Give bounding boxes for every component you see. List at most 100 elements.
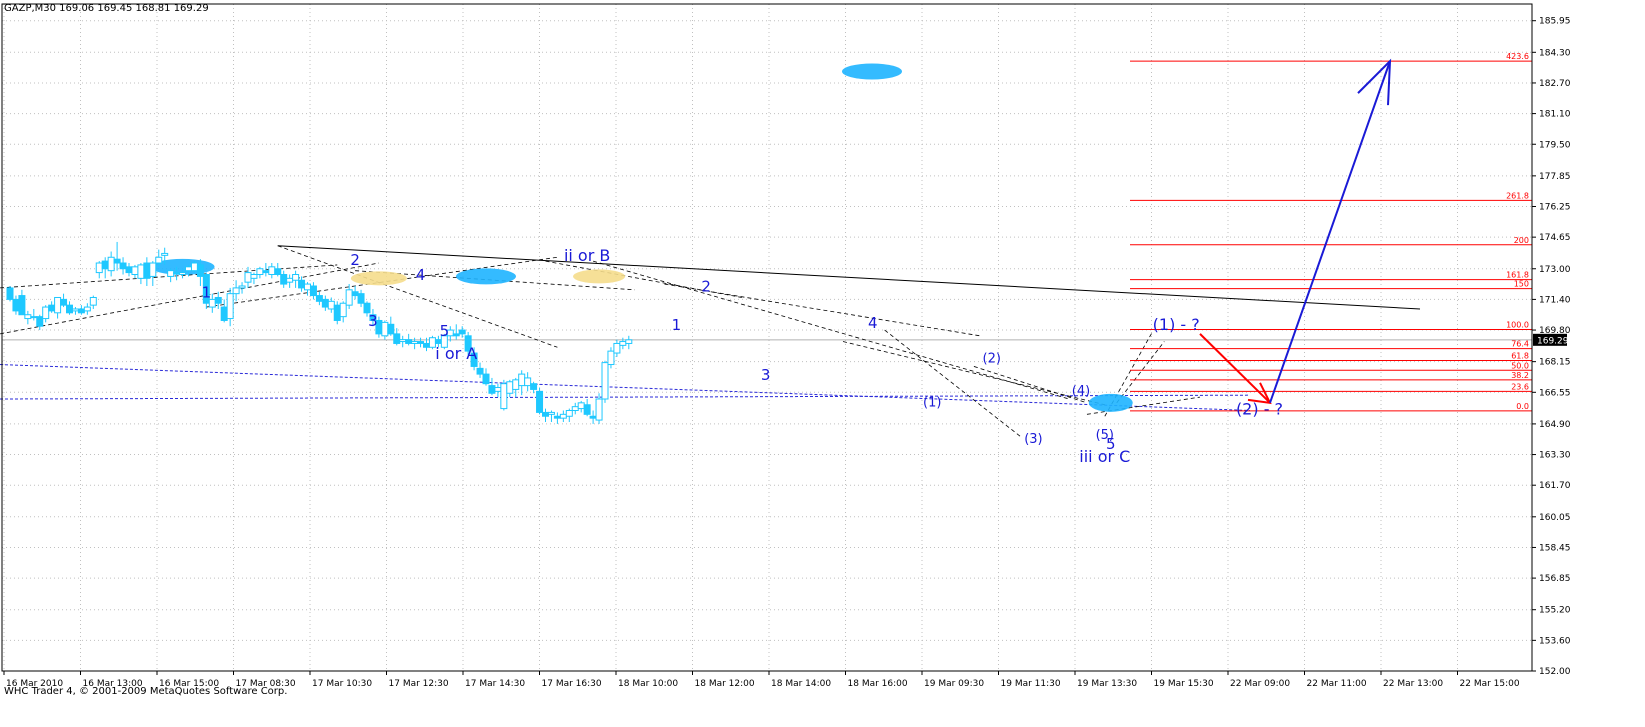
candle-body	[381, 321, 389, 337]
candle-body	[298, 279, 306, 289]
candle-body	[315, 295, 323, 302]
candle-body	[613, 342, 621, 354]
candle-body	[24, 314, 32, 320]
candle-body	[553, 415, 561, 419]
current-price-label: 169.29	[1537, 336, 1569, 346]
candle-body	[327, 300, 335, 310]
axis-layer: 185.95184.30182.70181.10179.50177.85176.…	[1, 3, 1571, 689]
candle-body	[512, 379, 520, 390]
candle-body	[530, 383, 538, 390]
wave-label: 2	[701, 278, 711, 296]
wave-label: iii or C	[1079, 447, 1130, 466]
copyright-footer: WHC Trader 4, © 2001-2009 MetaQuotes Sof…	[4, 686, 288, 697]
wave-label: 4	[868, 314, 878, 332]
candle-body	[542, 411, 549, 417]
candle-body	[250, 274, 258, 279]
candle-body	[131, 266, 139, 276]
candle-body	[268, 266, 276, 276]
fib-level-label: 423.6	[1506, 52, 1529, 61]
candle-body	[274, 268, 282, 276]
wave-label: 1	[672, 316, 682, 334]
x-tick-label: 19 Mar 11:30	[1001, 679, 1061, 689]
wave-label: 4	[416, 266, 426, 284]
candle-body	[339, 302, 347, 318]
y-tick-label: 160.05	[1539, 513, 1571, 523]
candle-body	[292, 274, 300, 281]
y-tick-label: 181.10	[1539, 110, 1571, 120]
candle-body	[214, 296, 222, 304]
x-tick-label: 19 Mar 15:30	[1154, 679, 1214, 689]
fib-level-label: 200	[1514, 236, 1529, 245]
highlight-marker	[456, 268, 516, 285]
fib-level-label: 161.8	[1506, 271, 1529, 280]
candle-body	[89, 296, 97, 306]
wave-guide-line	[884, 329, 1022, 438]
candle-body	[71, 308, 79, 312]
candle-body	[256, 268, 264, 276]
candle-body	[262, 270, 270, 274]
y-tick-label: 173.00	[1539, 265, 1571, 275]
candle-body	[30, 316, 38, 319]
y-tick-label: 155.20	[1539, 606, 1571, 616]
candle-body	[482, 373, 490, 385]
fib-level-label: 23.6	[1511, 382, 1529, 391]
candle-body	[321, 298, 329, 308]
candle-body	[589, 415, 597, 419]
candle-body	[173, 272, 181, 275]
candle-body	[411, 341, 419, 344]
candle-body	[107, 256, 115, 272]
y-tick-label: 174.65	[1539, 233, 1571, 243]
candle-body	[60, 298, 68, 306]
candle-body	[113, 258, 121, 264]
candle-body	[506, 381, 514, 394]
highlight-marker	[842, 63, 902, 80]
candle-body	[559, 413, 567, 419]
fib-level-label: 150	[1514, 280, 1529, 289]
x-tick-label: 19 Mar 09:30	[924, 679, 984, 689]
candle-body	[36, 316, 44, 327]
wave-label: (4)	[1072, 384, 1090, 399]
wave-label: (3)	[1024, 432, 1042, 447]
price-chart: 423.6261.8200161.8150100.076.461.850.038…	[0, 3, 1571, 689]
candle-body	[6, 287, 14, 300]
candle-body	[583, 404, 591, 415]
up-arrow-line	[1269, 60, 1391, 404]
x-tick-label: 17 Mar 16:30	[542, 679, 602, 689]
candle-body	[387, 323, 395, 335]
candle-body	[351, 291, 359, 297]
candle-body	[286, 277, 294, 283]
candle-body	[595, 398, 603, 421]
candle-body	[619, 341, 627, 346]
candle-body	[547, 411, 555, 415]
x-tick-label: 17 Mar 10:30	[312, 679, 372, 689]
candle-body	[48, 304, 56, 312]
candle-body	[220, 306, 228, 321]
candle-body	[357, 293, 365, 304]
candle-body	[179, 272, 187, 276]
candle-body	[244, 272, 252, 283]
candle-body	[476, 367, 484, 375]
candle-body	[536, 390, 544, 413]
y-tick-label: 176.25	[1539, 203, 1571, 213]
candle-body	[185, 266, 192, 272]
channel-line	[0, 394, 1251, 400]
wave-label: (1)	[923, 396, 941, 411]
wave-label: i or A	[435, 344, 477, 363]
candle-body	[393, 333, 401, 344]
x-tick-label: 22 Mar 15:00	[1460, 679, 1520, 689]
candle-body	[18, 295, 26, 316]
candle-body	[309, 285, 317, 297]
x-tick-label: 18 Mar 12:00	[695, 679, 755, 689]
channel-line	[0, 364, 1251, 411]
candle-body	[524, 377, 532, 387]
candle-body	[196, 264, 204, 277]
candle-body	[226, 293, 234, 320]
y-tick-label: 185.95	[1539, 17, 1571, 27]
candle-body	[137, 264, 145, 279]
chart-area[interactable]: 423.6 261.8 200 161.8 150 100.0 76.4 61.8 50.0 38…	[0, 0, 1645, 723]
candle-body	[518, 373, 526, 387]
highlight-marker	[573, 269, 626, 284]
candle-body	[54, 296, 62, 314]
candle-body	[458, 329, 466, 335]
wave-label: (1) - ?	[1153, 315, 1200, 334]
